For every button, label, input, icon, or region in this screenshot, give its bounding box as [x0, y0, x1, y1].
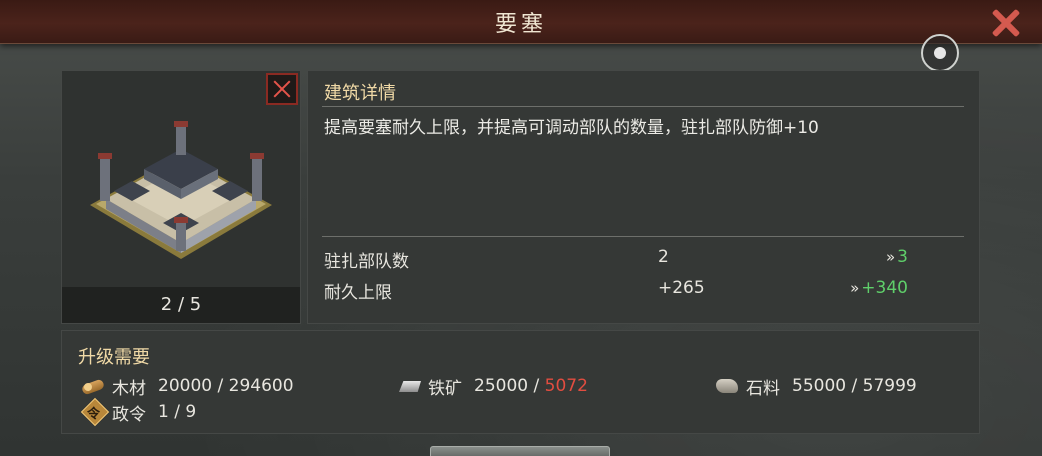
stone-icon — [716, 376, 740, 396]
stat-row-durability: 耐久上限 +265 » +340 — [324, 278, 964, 303]
upgrade-button[interactable] — [430, 446, 610, 456]
resource-need: 57999 — [862, 376, 917, 396]
window-title: 要塞 — [494, 12, 547, 37]
resource-need: 294600 — [228, 376, 294, 396]
title-bar: 要塞 — [0, 0, 1042, 44]
double-arrow-icon: » — [850, 279, 860, 297]
close-detail-icon[interactable] — [266, 73, 298, 105]
stat-next-value: » +340 — [850, 278, 908, 298]
resource-have: 55000 — [792, 376, 847, 396]
divider — [322, 106, 964, 107]
iron-icon — [398, 376, 422, 396]
resource-have: 1 — [158, 402, 169, 422]
resource-wood: 木材 20000 / 294600 — [82, 373, 294, 399]
fortress-illustration — [90, 121, 272, 259]
stat-next-value: » 3 — [886, 247, 908, 267]
detail-description: 提高要塞耐久上限，并提高可调动部队的数量，驻扎部队防御+10 — [324, 118, 819, 138]
building-level: 2 / 5 — [62, 287, 300, 323]
order-glyph: 令 — [87, 407, 101, 422]
stat-next-number: +340 — [861, 278, 908, 298]
building-image-panel: 2 / 5 — [61, 70, 301, 324]
resource-name: 政令 — [112, 404, 146, 425]
stat-label: 耐久上限 — [324, 283, 392, 303]
resource-name: 木材 — [112, 378, 146, 399]
stat-label: 驻扎部队数 — [324, 252, 409, 272]
resource-stone: 石料 55000 / 57999 — [716, 373, 917, 399]
requirements-heading: 升级需要 — [78, 347, 150, 368]
resource-have: 20000 — [158, 376, 213, 396]
resource-name: 石料 — [746, 378, 780, 399]
double-arrow-icon: » — [885, 248, 896, 266]
stat-current-value: +265 — [658, 278, 705, 298]
resource-need: 9 — [185, 402, 197, 422]
fortress-image — [62, 71, 300, 287]
detail-heading: 建筑详情 — [324, 83, 396, 104]
upgrade-requirements-panel: 升级需要 木材 20000 / 294600 铁矿 25000 / 5072 石… — [61, 330, 980, 434]
order-icon: 令 — [82, 402, 106, 422]
resource-have: 25000 — [474, 376, 529, 396]
resource-name: 铁矿 — [428, 378, 462, 399]
resource-separator: / — [168, 402, 186, 422]
wood-icon — [82, 376, 106, 396]
close-icon[interactable] — [988, 6, 1024, 38]
stat-current-value: 2 — [658, 247, 669, 267]
record-button-icon[interactable] — [921, 34, 959, 72]
building-detail-panel: 建筑详情 提高要塞耐久上限，并提高可调动部队的数量，驻扎部队防御+10 驻扎部队… — [307, 70, 980, 324]
divider — [322, 236, 964, 237]
stat-next-number: 3 — [897, 247, 908, 267]
resource-order: 令 政令 1 / 9 — [82, 399, 196, 425]
resource-separator: / — [528, 376, 545, 396]
resource-separator: / — [846, 376, 863, 396]
resource-need: 5072 — [544, 376, 588, 396]
resource-iron: 铁矿 25000 / 5072 — [398, 373, 588, 399]
stat-row-garrison: 驻扎部队数 2 » 3 — [324, 247, 964, 272]
resource-separator: / — [212, 376, 229, 396]
